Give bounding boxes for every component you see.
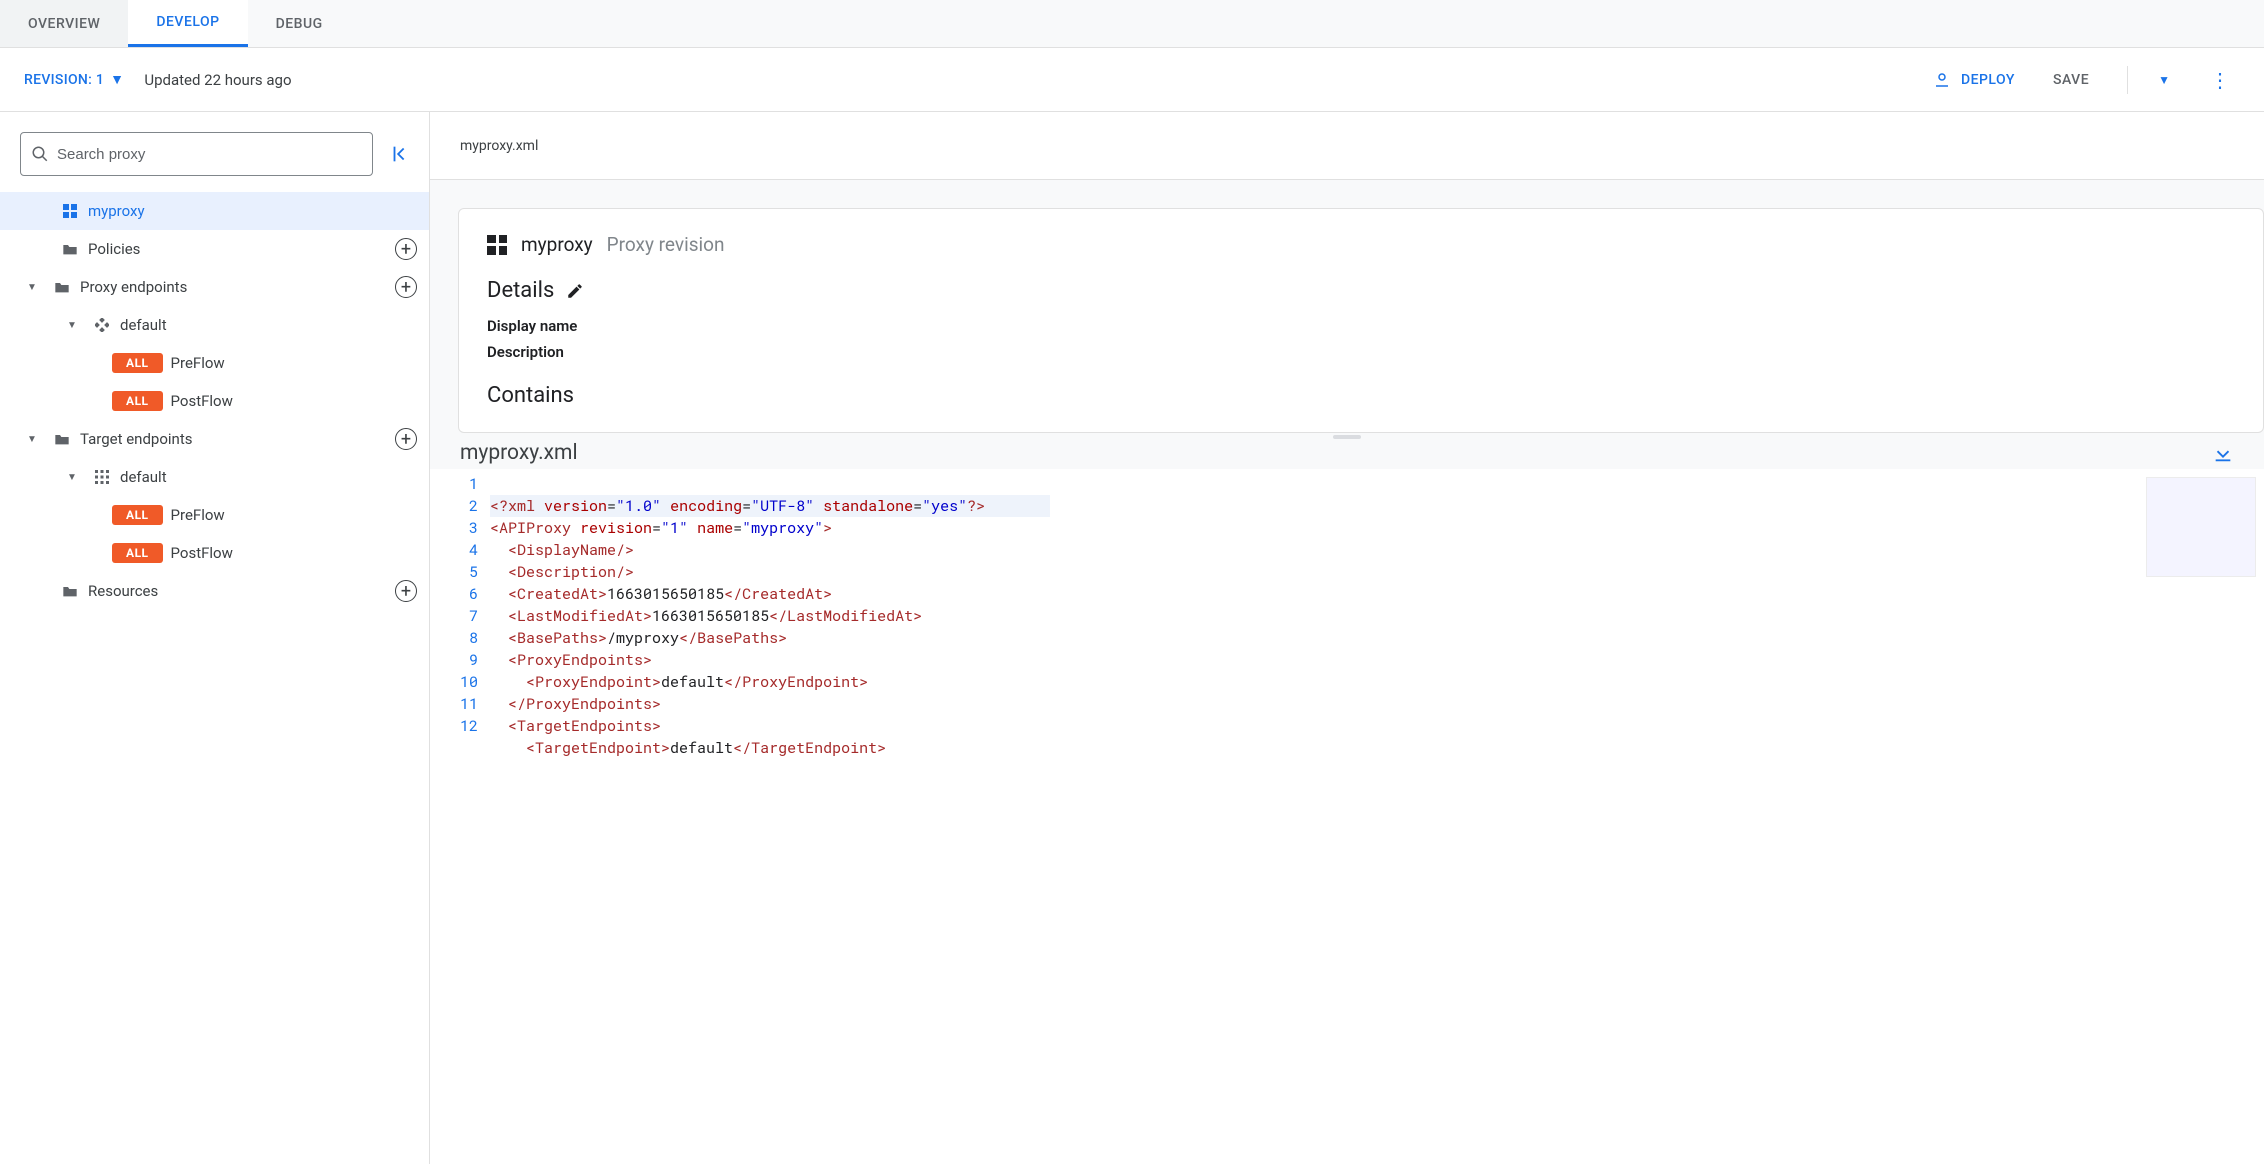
- folder-icon: [52, 432, 72, 446]
- tree-label: Resources: [88, 582, 387, 600]
- tree-label: myproxy: [88, 202, 417, 220]
- more-menu-icon[interactable]: ⋮: [2200, 68, 2240, 92]
- tree-policies[interactable]: Policies +: [0, 230, 429, 268]
- save-menu-caret[interactable]: ▼: [2148, 73, 2180, 87]
- save-button[interactable]: SAVE: [2053, 72, 2089, 88]
- revision-label: REVISION: 1: [24, 72, 104, 88]
- minimap[interactable]: [2146, 477, 2256, 577]
- search-input[interactable]: [57, 146, 362, 163]
- editor-header: myproxy.xml: [430, 433, 2264, 469]
- folder-icon: [60, 584, 80, 598]
- tree-pe-postflow[interactable]: ALL PostFlow: [0, 382, 429, 420]
- proxy-tree: myproxy Policies + ▼ Proxy endpoints + ▼: [0, 192, 429, 610]
- tree-label: Policies: [88, 240, 387, 258]
- caret-down-icon: ▼: [20, 282, 44, 293]
- code-body[interactable]: <?xml version="1.0" encoding="UTF-8" sta…: [490, 469, 1050, 1164]
- tree-pe-default[interactable]: ▼ default: [0, 306, 429, 344]
- tree-label: default: [120, 316, 417, 334]
- deploy-button[interactable]: DEPLOY: [1933, 71, 2015, 89]
- editor-title: myproxy.xml: [460, 441, 578, 465]
- tab-debug[interactable]: DEBUG: [248, 0, 351, 47]
- caret-down-icon: ▼: [60, 472, 84, 483]
- folder-icon: [60, 242, 80, 256]
- all-badge: ALL: [112, 505, 163, 525]
- tree-resources[interactable]: Resources +: [0, 572, 429, 610]
- edit-icon[interactable]: [566, 282, 584, 300]
- tree-te-postflow[interactable]: ALL PostFlow: [0, 534, 429, 572]
- sidebar: myproxy Policies + ▼ Proxy endpoints + ▼: [0, 112, 430, 1164]
- updated-text: Updated 22 hours ago: [144, 71, 291, 89]
- search-icon: [31, 145, 49, 163]
- all-badge: ALL: [112, 543, 163, 563]
- tree-label: PostFlow: [171, 392, 417, 410]
- endpoint-icon: [92, 318, 112, 332]
- tree-label: Proxy endpoints: [80, 278, 387, 296]
- collapse-editor-icon[interactable]: [2212, 442, 2234, 464]
- proxy-subtitle: Proxy revision: [607, 233, 725, 256]
- contains-heading: Contains: [487, 383, 2235, 408]
- folder-icon: [52, 280, 72, 294]
- add-icon[interactable]: +: [395, 428, 417, 450]
- drag-handle[interactable]: [1333, 435, 1361, 439]
- line-gutter: 123456789101112: [430, 469, 490, 1164]
- code-editor[interactable]: 123456789101112 <?xml version="1.0" enco…: [430, 469, 2264, 1164]
- breadcrumb-file: myproxy.xml: [430, 112, 2264, 180]
- collapse-sidebar-icon[interactable]: [383, 137, 417, 171]
- proxy-card: myproxy Proxy revision Details Display n…: [458, 208, 2264, 433]
- deploy-label: DEPLOY: [1961, 72, 2015, 88]
- tree-pe-preflow[interactable]: ALL PreFlow: [0, 344, 429, 382]
- grid-icon: [60, 204, 80, 218]
- tree-label: PreFlow: [171, 506, 417, 524]
- display-name-label: Display name: [487, 317, 2235, 335]
- tab-bar: OVERVIEW DEVELOP DEBUG: [0, 0, 2264, 48]
- caret-down-icon: ▼: [20, 434, 44, 445]
- caret-down-icon: ▼: [110, 71, 124, 88]
- tab-develop[interactable]: DEVELOP: [128, 0, 247, 47]
- tree-root-myproxy[interactable]: myproxy: [0, 192, 429, 230]
- tree-te-default[interactable]: ▼ default: [0, 458, 429, 496]
- tree-proxy-endpoints[interactable]: ▼ Proxy endpoints +: [0, 268, 429, 306]
- proxy-icon: [487, 235, 507, 255]
- proxy-name: myproxy: [521, 233, 593, 256]
- add-icon[interactable]: +: [395, 276, 417, 298]
- details-heading: Details: [487, 278, 554, 303]
- add-icon[interactable]: +: [395, 238, 417, 260]
- grid9-icon: [92, 470, 112, 484]
- all-badge: ALL: [112, 391, 163, 411]
- caret-down-icon: ▼: [60, 320, 84, 331]
- revision-dropdown[interactable]: REVISION: 1 ▼: [24, 71, 124, 88]
- divider: [2127, 66, 2128, 94]
- search-box[interactable]: [20, 132, 373, 176]
- tree-target-endpoints[interactable]: ▼ Target endpoints +: [0, 420, 429, 458]
- deploy-icon: [1933, 71, 1951, 89]
- description-label: Description: [487, 343, 2235, 361]
- tree-te-preflow[interactable]: ALL PreFlow: [0, 496, 429, 534]
- subheader: REVISION: 1 ▼ Updated 22 hours ago DEPLO…: [0, 48, 2264, 112]
- main-panel: myproxy.xml myproxy Proxy revision Detai…: [430, 112, 2264, 1164]
- tree-label: default: [120, 468, 417, 486]
- tree-label: PreFlow: [171, 354, 417, 372]
- tree-label: PostFlow: [171, 544, 417, 562]
- add-icon[interactable]: +: [395, 580, 417, 602]
- tab-overview[interactable]: OVERVIEW: [0, 0, 128, 47]
- all-badge: ALL: [112, 353, 163, 373]
- tree-label: Target endpoints: [80, 430, 387, 448]
